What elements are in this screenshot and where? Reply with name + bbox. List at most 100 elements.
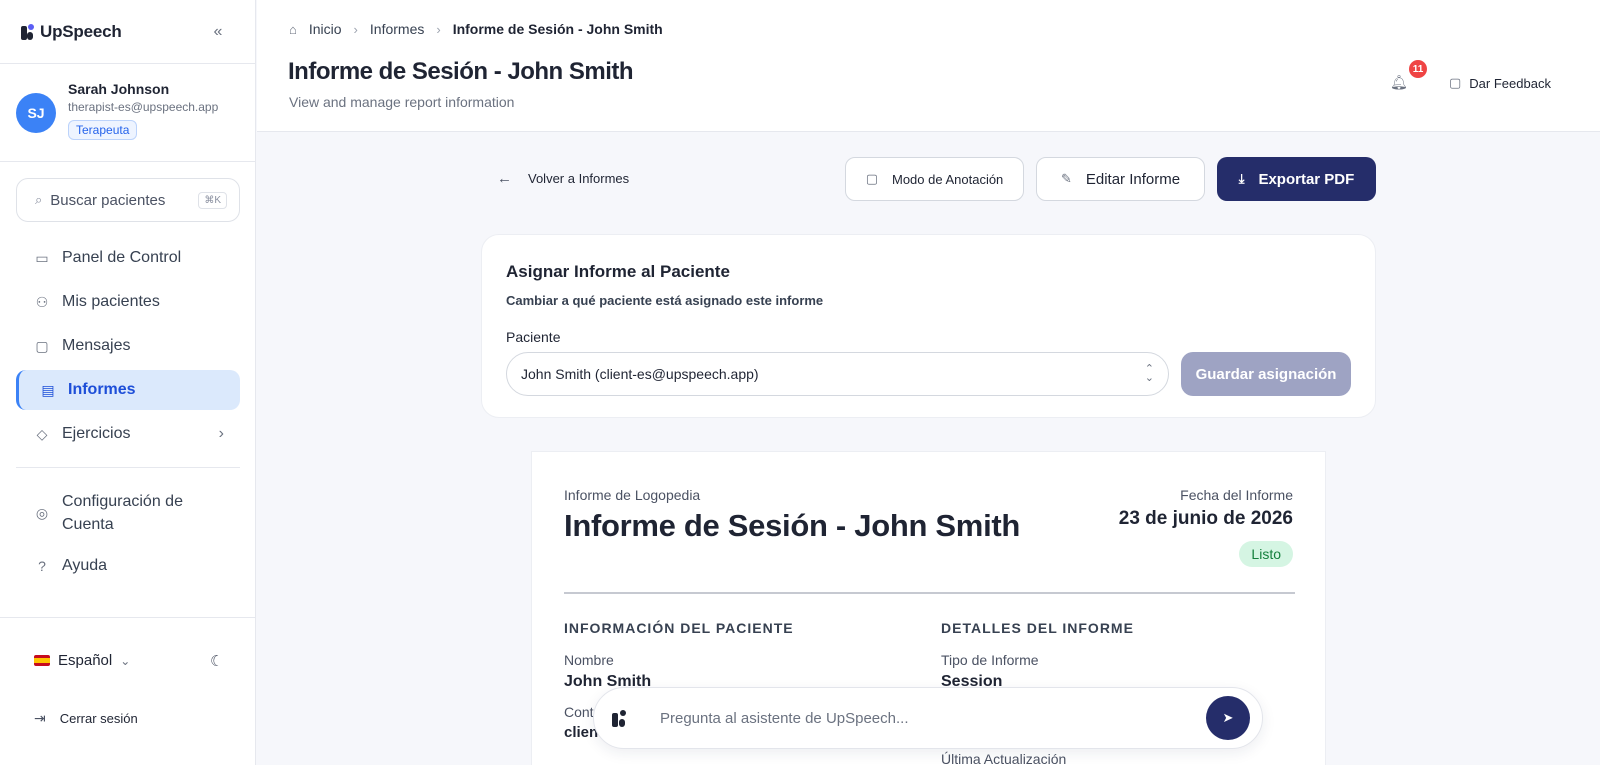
- collapse-sidebar-icon[interactable]: «: [206, 22, 230, 42]
- sidebar-divider: [0, 617, 256, 618]
- report-date: 23 de junio de 2026: [1118, 508, 1293, 529]
- search-input[interactable]: ⌕ Buscar pacientes ⌘K: [16, 178, 240, 222]
- message-icon: ▢: [865, 171, 878, 186]
- users-icon: ⚇: [35, 293, 49, 310]
- breadcrumb: ⌂ Inicio › Informes › Informe de Sesión …: [289, 21, 663, 37]
- language-selector[interactable]: Español ⌄: [34, 652, 130, 669]
- messages-icon: ▢: [35, 337, 49, 354]
- search-placeholder: Buscar pacientes: [50, 191, 166, 209]
- notification-badge: 11: [1409, 60, 1427, 78]
- send-icon: ➤: [1222, 710, 1234, 725]
- assistant-chat-bar: ➤: [593, 687, 1263, 749]
- chevron-right-icon: ›: [218, 425, 224, 442]
- patient-contact-value: clien: [564, 724, 599, 741]
- edit-label: Editar Informe: [1085, 170, 1181, 188]
- sidebar-item-ayuda[interactable]: ? Ayuda: [16, 546, 240, 586]
- report-kicker: Informe de Logopedia: [564, 487, 701, 503]
- brand[interactable]: UpSpeech: [20, 22, 122, 42]
- chevron-up-down-icon: ⌃ ⌄: [1144, 363, 1154, 384]
- moon-icon[interactable]: ☾: [210, 652, 223, 670]
- brand-name: UpSpeech: [40, 22, 122, 41]
- sidebar: UpSpeech « SJ Sarah Johnson therapist-es…: [0, 0, 256, 765]
- chevron-right-icon: ›: [353, 21, 358, 37]
- avatar: SJ: [16, 93, 56, 133]
- assign-title: Asignar Informe al Paciente: [506, 262, 730, 281]
- annotation-mode-button[interactable]: ▢ Modo de Anotación: [845, 157, 1024, 201]
- feedback-button[interactable]: ▢ Dar Feedback: [1449, 75, 1551, 91]
- bell-icon[interactable]: 🔔︎: [1390, 74, 1408, 91]
- patient-field-label: Paciente: [506, 329, 561, 345]
- edit-report-button[interactable]: ✎ Editar Informe: [1036, 157, 1205, 201]
- page-title: Informe de Sesión - John Smith: [288, 58, 634, 85]
- assign-subtitle: Cambiar a qué paciente está asignado est…: [506, 293, 824, 308]
- back-label: Volver a Informes: [528, 171, 630, 186]
- user-circle-icon: ◎: [35, 504, 49, 521]
- patient-info-heading: INFORMACIÓN DEL PACIENTE: [564, 620, 794, 636]
- breadcrumb-informes[interactable]: Informes: [370, 21, 424, 37]
- sidebar-item-ejercicios[interactable]: ◇ Ejercicios ›: [16, 414, 240, 454]
- assistant-input[interactable]: [660, 709, 1206, 727]
- sidebar-secondary-nav: ◎ Configuración de Cuenta ? Ayuda: [16, 486, 240, 590]
- arrow-left-icon: ←: [497, 170, 512, 187]
- status-badge: Listo: [1239, 541, 1293, 567]
- back-to-reports-link[interactable]: ← Volver a Informes: [497, 170, 629, 187]
- patient-contact-label: Cont: [564, 704, 594, 720]
- page-header: ⌂ Inicio › Informes › Informe de Sesión …: [257, 0, 1600, 132]
- edit-icon: ✎: [1060, 171, 1072, 186]
- user-profile: SJ Sarah Johnson therapist-es@upspeech.a…: [16, 80, 218, 140]
- language-label: Español: [58, 652, 113, 669]
- feedback-label: Dar Feedback: [1469, 75, 1551, 91]
- sidebar-item-label: Informes: [68, 381, 136, 398]
- report-icon: ▤: [41, 381, 55, 398]
- search-icon: ⌕: [35, 192, 43, 207]
- sidebar-item-label: Panel de Control: [62, 249, 182, 266]
- export-pdf-button[interactable]: ⤓ Exportar PDF: [1217, 157, 1376, 201]
- save-assignment-button[interactable]: Guardar asignación: [1181, 352, 1351, 396]
- chevron-right-icon: ›: [436, 21, 441, 37]
- report-divider: [564, 592, 1295, 594]
- inbox-icon: ▭: [35, 249, 49, 266]
- report-title: Informe de Sesión - John Smith: [564, 508, 1021, 543]
- sidebar-divider: [0, 63, 256, 64]
- sidebar-item-mis-pacientes[interactable]: ⚇ Mis pacientes: [16, 282, 240, 322]
- chevron-down-icon: ⌄: [120, 653, 131, 668]
- assign-patient-card: Asignar Informe al Paciente Cambiar a qu…: [481, 234, 1376, 418]
- sidebar-item-label: Ayuda: [62, 557, 108, 574]
- sidebar-nav: ▭ Panel de Control ⚇ Mis pacientes ▢ Men…: [16, 238, 240, 458]
- upspeech-logo-icon: [20, 23, 34, 41]
- role-badge: Terapeuta: [68, 120, 138, 140]
- patient-select[interactable]: John Smith (client-es@upspeech.app) ⌃ ⌄: [506, 352, 1169, 396]
- sidebar-item-informes[interactable]: ▤ Informes: [16, 370, 240, 410]
- page-subtitle: View and manage report information: [289, 94, 515, 110]
- sidebar-item-configuracion[interactable]: ◎ Configuración de Cuenta: [16, 486, 240, 540]
- breadcrumb-current: Informe de Sesión - John Smith: [452, 21, 663, 37]
- user-name: Sarah Johnson: [68, 81, 170, 97]
- sidebar-item-label: Configuración de Cuenta: [62, 493, 183, 533]
- logout-button[interactable]: ⇥ Cerrar sesión: [34, 710, 138, 727]
- home-icon: ⌂: [289, 21, 297, 37]
- sidebar-item-panel-de-control[interactable]: ▭ Panel de Control: [16, 238, 240, 278]
- help-icon: ?: [38, 558, 46, 574]
- send-button[interactable]: ➤: [1206, 696, 1250, 740]
- sidebar-item-label: Mis pacientes: [62, 293, 160, 310]
- graduation-cap-icon: ◇: [36, 425, 48, 442]
- download-icon: ⤓: [1238, 171, 1245, 186]
- user-email: therapist-es@upspeech.app: [68, 100, 219, 114]
- sidebar-item-label: Mensajes: [62, 337, 131, 354]
- sidebar-divider: [0, 161, 256, 162]
- patient-name-label: Nombre: [564, 652, 614, 668]
- sidebar-item-label: Ejercicios: [62, 425, 131, 442]
- breadcrumb-inicio[interactable]: Inicio: [309, 21, 342, 37]
- annotation-label: Modo de Anotación: [891, 171, 1004, 187]
- spain-flag-icon: [34, 655, 50, 666]
- report-date-label: Fecha del Informe: [1180, 487, 1293, 503]
- report-details-heading: DETALLES DEL INFORME: [941, 620, 1134, 636]
- sidebar-divider: [16, 467, 240, 468]
- patient-select-value: John Smith (client-es@upspeech.app): [521, 366, 759, 382]
- report-type-label: Tipo de Informe: [941, 652, 1039, 668]
- search-shortcut: ⌘K: [198, 191, 227, 209]
- message-icon: ▢: [1449, 75, 1462, 90]
- sidebar-item-mensajes[interactable]: ▢ Mensajes: [16, 326, 240, 366]
- export-label: Exportar PDF: [1258, 170, 1355, 188]
- logout-icon: ⇥: [34, 710, 46, 726]
